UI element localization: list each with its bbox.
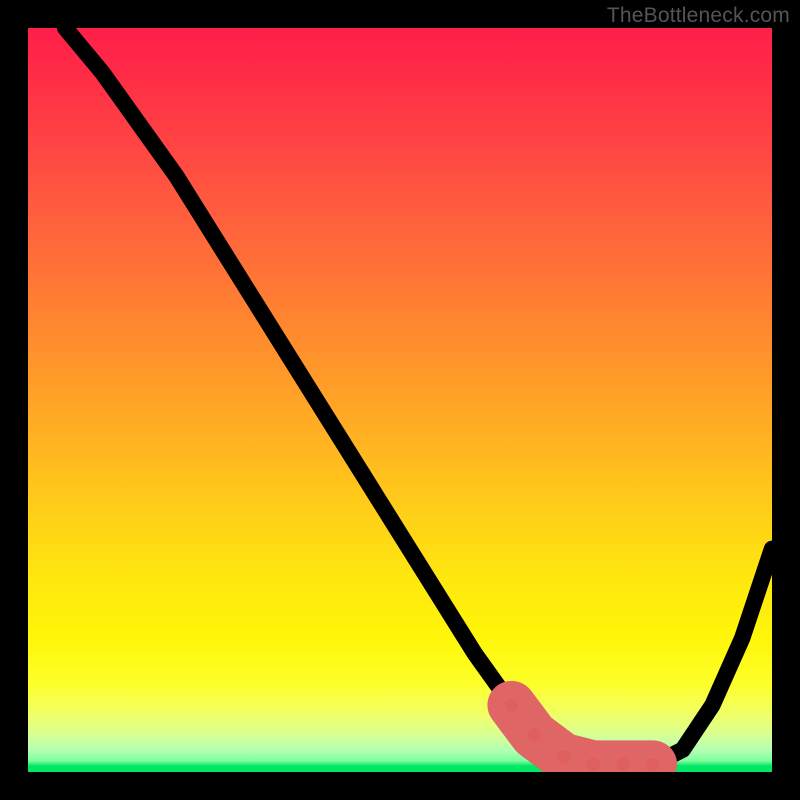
chart-frame: TheBottleneck.com: [0, 0, 800, 800]
bottleneck-curve: [65, 28, 772, 765]
plot-area: [28, 28, 772, 772]
watermark-text: TheBottleneck.com: [607, 4, 790, 28]
curve-svg: [28, 28, 772, 772]
